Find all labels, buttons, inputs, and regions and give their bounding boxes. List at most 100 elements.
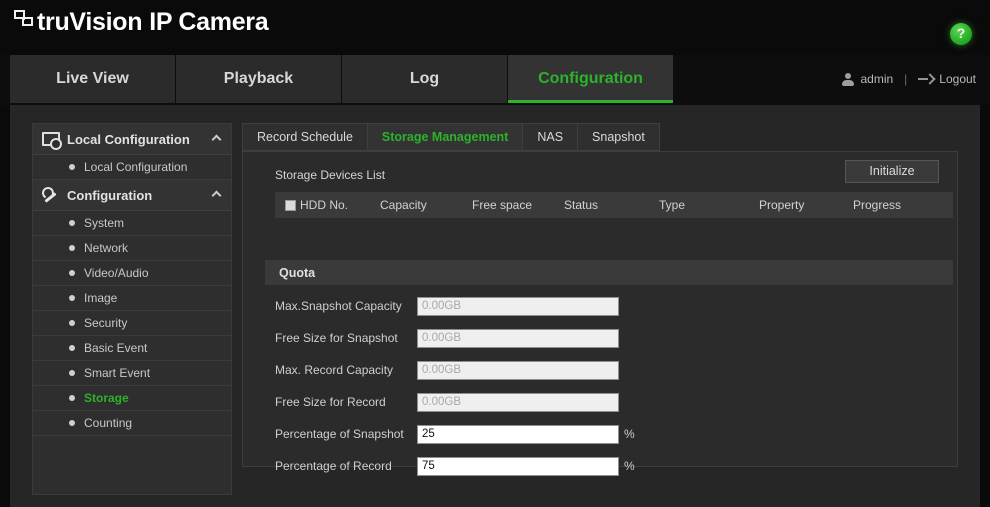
tab-storage-management[interactable]: Storage Management	[366, 123, 523, 151]
column-header-property: Property	[759, 198, 805, 212]
free-size-for-snapshot-input[interactable]: 0.00GB	[417, 328, 619, 348]
sidebar-item-counting[interactable]: Counting	[33, 411, 231, 436]
content-panel: Record Schedule Storage Management NAS S…	[242, 123, 958, 495]
sidebar-item-basic-event[interactable]: Basic Event	[33, 336, 231, 361]
nav-tab-log[interactable]: Log	[342, 55, 508, 103]
brand: truVision IP Camera	[14, 8, 269, 36]
sidebar-item-label: Local Configuration	[84, 160, 188, 174]
brand-title: truVision IP Camera	[37, 8, 269, 36]
quota-form: Max.Snapshot Capacity 0.00GB Free Size f…	[265, 292, 953, 484]
bullet-icon	[69, 295, 75, 301]
chevron-up-icon[interactable]	[211, 134, 222, 145]
bullet-icon	[69, 220, 75, 226]
bullet-icon	[69, 270, 75, 276]
column-header-free-space: Free space	[472, 198, 533, 212]
tab-record-schedule[interactable]: Record Schedule	[242, 123, 367, 151]
field-row-max-snapshot-capacity: Max.Snapshot Capacity 0.00GB	[265, 292, 953, 320]
max-snapshot-capacity-input[interactable]: 0.00GB	[417, 296, 619, 316]
percentage-of-snapshot-input[interactable]: 25	[417, 424, 619, 444]
sidebar-item-label: Basic Event	[84, 341, 148, 355]
bullet-icon	[69, 320, 75, 326]
sidebar-item-label: Video/Audio	[84, 266, 149, 280]
nav-tab-live-view[interactable]: Live View	[10, 55, 176, 103]
sidebar-item-label: Security	[84, 316, 128, 330]
bullet-icon	[69, 370, 75, 376]
percent-suffix: %	[624, 459, 635, 473]
person-icon	[841, 72, 855, 86]
brand-title-part1: truVision	[37, 8, 143, 36]
column-header-capacity: Capacity	[380, 198, 427, 212]
bullet-icon	[69, 245, 75, 251]
field-row-max-record-capacity: Max. Record Capacity 0.00GB	[265, 356, 953, 384]
wrench-icon	[42, 187, 60, 203]
column-header-progress: Progress	[853, 198, 902, 212]
storage-devices-list-title: Storage Devices List	[275, 168, 386, 182]
tab-nas[interactable]: NAS	[522, 123, 578, 151]
sidebar-item-smart-event[interactable]: Smart Event	[33, 361, 231, 386]
initialize-button[interactable]: Initialize	[845, 160, 939, 183]
sidebar-group-configuration[interactable]: Configuration	[33, 180, 231, 211]
sidebar-group-label: Configuration	[67, 187, 153, 203]
content-tabs: Record Schedule Storage Management NAS S…	[242, 123, 958, 151]
user-area: admin | Logout	[841, 55, 976, 103]
sidebar-item-label: Storage	[84, 391, 129, 405]
select-all-checkbox[interactable]	[285, 199, 296, 211]
sidebar-item-label: Smart Event	[84, 366, 151, 380]
sidebar-item-label: System	[84, 216, 125, 230]
sidebar-group-local-configuration[interactable]: Local Configuration	[33, 124, 231, 155]
storage-devices-table-header: HDD No. Capacity Free space Status Type …	[275, 192, 953, 218]
chevron-up-icon[interactable]	[211, 190, 222, 201]
brand-title-part2: IP Camera	[149, 8, 269, 36]
quota-title: Quota	[279, 265, 316, 280]
network-squares-icon	[14, 8, 36, 32]
main-nav-tabs: Live View Playback Log Configuration	[10, 55, 674, 103]
tab-snapshot[interactable]: Snapshot	[577, 123, 660, 151]
field-label: Percentage of Snapshot	[275, 427, 404, 441]
nav-tab-playback[interactable]: Playback	[176, 55, 342, 103]
field-row-free-size-for-record: Free Size for Record 0.00GB	[265, 388, 953, 416]
main-navbar: Live View Playback Log Configuration adm…	[0, 55, 990, 105]
sidebar-item-system[interactable]: System	[33, 211, 231, 236]
storage-devices-table-body	[275, 218, 953, 226]
app-header: truVision IP Camera ?	[0, 0, 990, 55]
sidebar-item-label: Counting	[84, 416, 133, 430]
sidebar-item-security[interactable]: Security	[33, 311, 231, 336]
field-label: Free Size for Record	[275, 395, 386, 409]
page-body: Local Configuration Local Configuration …	[10, 105, 980, 507]
logout-button[interactable]: Logout	[939, 72, 976, 86]
sidebar-item-video-audio[interactable]: Video/Audio	[33, 261, 231, 286]
sidebar-item-storage[interactable]: Storage	[33, 386, 231, 411]
field-row-percentage-of-snapshot: Percentage of Snapshot 25 %	[265, 420, 953, 448]
nav-tab-configuration[interactable]: Configuration	[508, 55, 674, 103]
sidebar-item-label: Image	[84, 291, 118, 305]
sidebar-item-label: Network	[84, 241, 129, 255]
sidebar-item-network[interactable]: Network	[33, 236, 231, 261]
field-row-free-size-for-snapshot: Free Size for Snapshot 0.00GB	[265, 324, 953, 352]
quota-section-header: Quota	[265, 260, 953, 285]
sidebar-item-local-configuration[interactable]: Local Configuration	[33, 155, 231, 180]
free-size-for-record-input[interactable]: 0.00GB	[417, 392, 619, 412]
username-label: admin	[860, 72, 894, 86]
exit-arrow-icon[interactable]	[918, 73, 933, 85]
max-record-capacity-input[interactable]: 0.00GB	[417, 360, 619, 380]
column-header-type: Type	[659, 198, 686, 212]
sidebar: Local Configuration Local Configuration …	[32, 123, 232, 495]
field-label: Max. Record Capacity	[275, 363, 394, 377]
bullet-icon	[69, 420, 75, 426]
percent-suffix: %	[624, 427, 635, 441]
nav-divider: |	[904, 72, 908, 86]
monitor-gear-icon	[42, 131, 62, 150]
help-icon[interactable]: ?	[950, 23, 972, 45]
storage-management-panel: Storage Devices List Initialize HDD No. …	[242, 151, 958, 476]
percentage-of-record-input[interactable]: 75	[417, 456, 619, 476]
sidebar-item-image[interactable]: Image	[33, 286, 231, 311]
field-label: Free Size for Snapshot	[275, 331, 398, 345]
field-row-percentage-of-record: Percentage of Record 75 %	[265, 452, 953, 480]
column-header-status: Status	[564, 198, 599, 212]
bullet-icon	[69, 395, 75, 401]
sidebar-group-label: Local Configuration	[67, 131, 190, 147]
field-label: Percentage of Record	[275, 459, 392, 473]
bullet-icon	[69, 345, 75, 351]
bullet-icon	[69, 164, 75, 170]
camera-config-page: truVision IP Camera ? Live View Playback …	[0, 0, 990, 507]
